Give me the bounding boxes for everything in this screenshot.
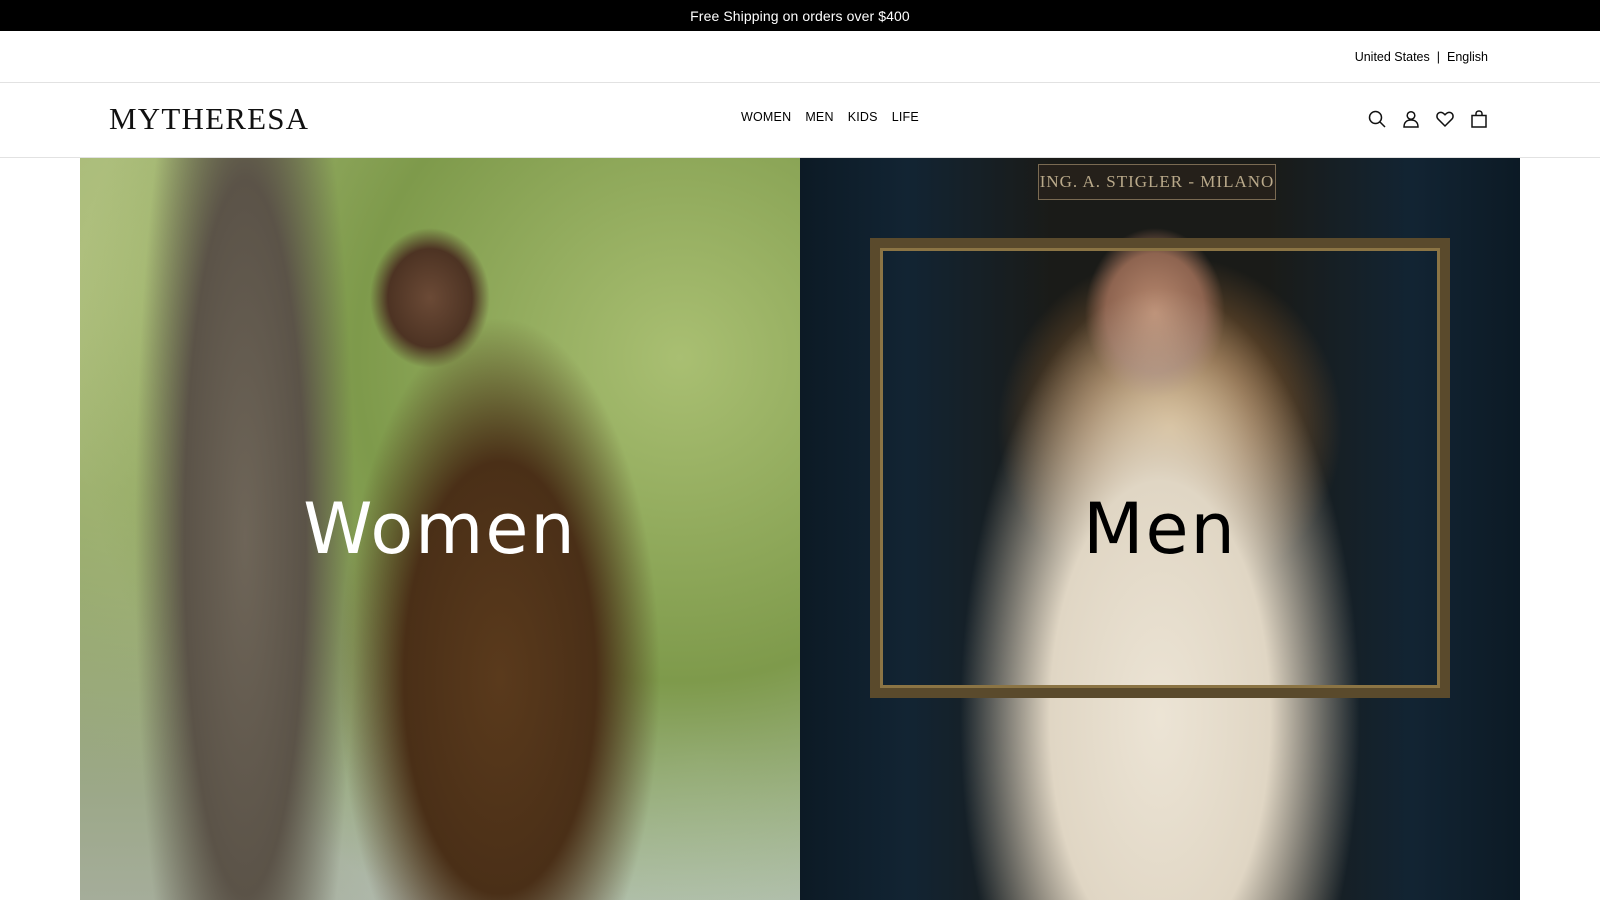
nav-item-women[interactable]: WOMEN (741, 110, 791, 124)
promo-text: Free Shipping on orders over $400 (690, 7, 910, 24)
header-icons (1366, 108, 1490, 130)
site-logo[interactable]: MYTHERESA (109, 101, 309, 137)
nav-item-kids[interactable]: KIDS (848, 110, 878, 124)
country-selector[interactable]: United States (1355, 50, 1430, 64)
nav-item-men[interactable]: MEN (805, 110, 833, 124)
hero-section: Women ING. A. STIGLER - MILANO Men (80, 158, 1520, 900)
locale-separator: | (1436, 49, 1440, 64)
locale-bar: United States | English (0, 31, 1600, 83)
nav-item-life[interactable]: LIFE (892, 110, 919, 124)
women-category-tile[interactable]: Women (80, 158, 800, 900)
bag-icon[interactable] (1468, 108, 1490, 130)
men-door-frame (870, 238, 1450, 698)
men-sign-plate: ING. A. STIGLER - MILANO (1038, 164, 1276, 200)
wishlist-icon[interactable] (1434, 108, 1456, 130)
main-nav: WOMEN MEN KIDS LIFE (741, 110, 919, 124)
account-icon[interactable] (1400, 108, 1422, 130)
language-selector[interactable]: English (1447, 50, 1488, 64)
search-icon[interactable] (1366, 108, 1388, 130)
women-tile-title: Women (303, 488, 577, 570)
men-category-tile[interactable]: ING. A. STIGLER - MILANO Men (800, 158, 1520, 900)
promo-bar: Free Shipping on orders over $400 (0, 0, 1600, 31)
main-header: MYTHERESA WOMEN MEN KIDS LIFE (0, 83, 1600, 158)
men-tile-title: Men (1083, 488, 1237, 570)
